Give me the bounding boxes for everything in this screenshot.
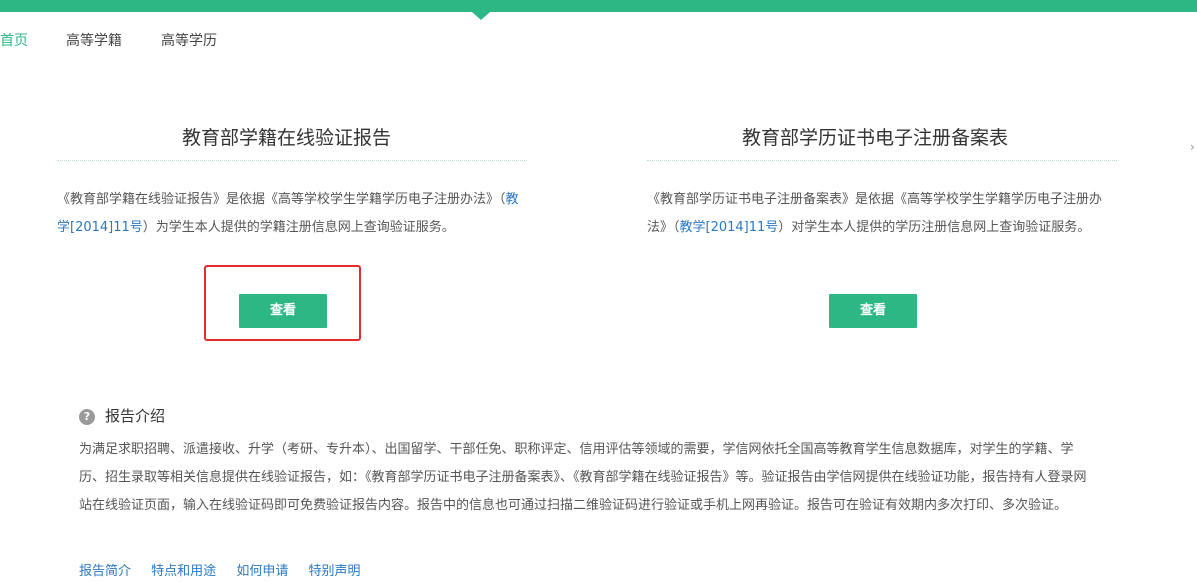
- link-features-uses[interactable]: 特点和用途: [151, 564, 216, 579]
- highlight-annotation-box: [204, 265, 361, 341]
- chevron-right-icon: ›: [1190, 140, 1195, 154]
- report-intro-heading: ? 报告介绍: [79, 405, 165, 426]
- view-degree-record-button[interactable]: 查看: [829, 294, 917, 328]
- link-special-statement[interactable]: 特别声明: [308, 564, 360, 579]
- panel-divider: [647, 160, 1117, 161]
- report-intro-title: 报告介绍: [105, 407, 166, 425]
- nav-home[interactable]: 首页: [0, 30, 28, 50]
- desc-text-end: ）为学生本人提供的学籍注册信息网上查询验证服务。: [142, 220, 455, 235]
- panel-description-enrollment: 《教育部学籍在线验证报告》是依据《高等学校学生学籍学历电子注册办法》（教学[20…: [57, 186, 527, 242]
- link-how-to-apply[interactable]: 如何申请: [236, 564, 288, 579]
- link-report-summary[interactable]: 报告简介: [79, 564, 131, 579]
- desc-text-start: 《教育部学籍在线验证报告》是依据《高等学校学生学籍学历电子注册办法》（: [57, 192, 506, 207]
- panel-description-degree: 《教育部学历证书电子注册备案表》是依据《高等学校学生学籍学历电子注册办法》（教学…: [647, 186, 1117, 242]
- report-intro-text: 为满足求职招聘、派遣接收、升学（考研、专升本）、出国留学、干部任免、职称评定、信…: [79, 442, 1087, 513]
- panel-title-degree-record: 教育部学历证书电子注册备案表: [742, 127, 1009, 149]
- nav-item-enrollment[interactable]: 高等学籍: [66, 30, 122, 50]
- intro-links: 报告简介 特点和用途 如何申请 特别声明: [79, 560, 376, 579]
- desc-text-end: ）对学生本人提供的学历注册信息网上查询验证服务。: [778, 220, 1091, 235]
- question-circle-icon: ?: [79, 409, 95, 425]
- top-header-bar: [0, 0, 1197, 12]
- active-nav-indicator: [472, 12, 490, 20]
- policy-link[interactable]: 教学[2014]11号: [680, 220, 779, 235]
- panel-title-enrollment-report: 教育部学籍在线验证报告: [182, 127, 392, 149]
- panel-divider: [57, 160, 527, 161]
- nav-item-degree[interactable]: 高等学历: [161, 30, 217, 50]
